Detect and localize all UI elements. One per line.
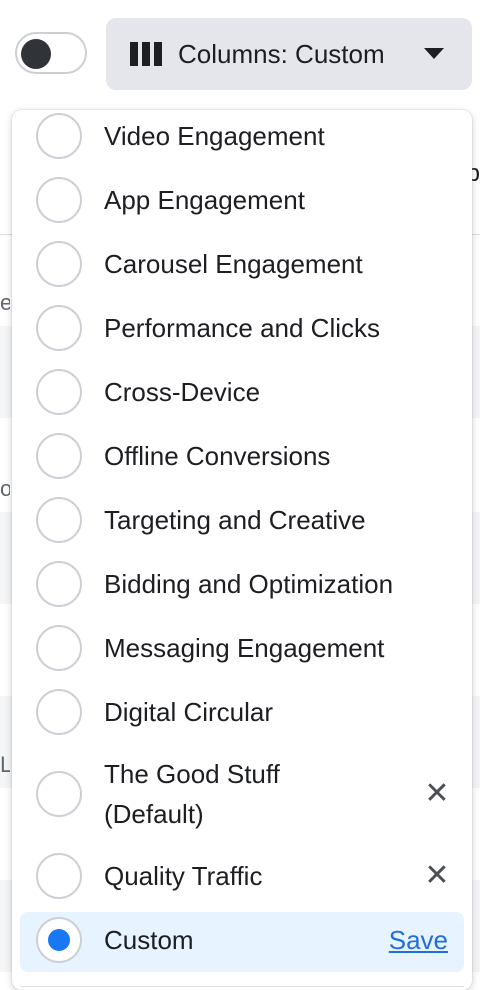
radio-button[interactable] [36,177,82,223]
menu-option-cross-device[interactable]: Cross-Device [12,368,472,416]
background-text-fragment: Li [0,752,10,777]
radio-button-selected[interactable] [36,917,82,963]
radio-button[interactable] [36,433,82,479]
option-label: Digital Circular [104,697,274,727]
option-label: Cross-Device [104,377,261,407]
menu-option-digital-circular[interactable]: Digital Circular [12,688,472,736]
menu-option-performance-and-clicks[interactable]: Performance and Clicks [12,304,472,352]
background-text-fragment: e [0,290,10,315]
view-toggle[interactable] [15,32,87,74]
option-label: Messaging Engagement [104,633,385,663]
option-label-line2: (Default) [104,799,204,829]
menu-option-video-engagement[interactable]: Video Engagement [12,112,472,160]
columns-preset-menu: Video Engagement App Engagement Carousel… [12,110,472,990]
toggle-knob [21,39,51,69]
menu-option-the-good-stuff[interactable]: The Good Stuff (Default) ✕ [12,752,472,836]
option-label: App Engagement [104,185,305,215]
close-icon[interactable]: ✕ [424,861,450,891]
option-label-line1: The Good Stuff [104,759,280,789]
radio-button[interactable] [36,305,82,351]
columns-dropdown-button[interactable]: Columns: Custom [106,18,472,90]
radio-button[interactable] [36,241,82,287]
close-icon[interactable]: ✕ [424,779,450,809]
menu-option-targeting-and-creative[interactable]: Targeting and Creative [12,496,472,544]
menu-divider [20,986,464,987]
radio-button[interactable] [36,689,82,735]
option-label: Video Engagement [104,121,325,151]
radio-button[interactable] [36,853,82,899]
radio-button[interactable] [36,771,82,817]
option-label: Bidding and Optimization [104,569,394,599]
option-label: Quality Traffic [104,861,263,891]
columns-button-label: Columns: Custom [178,38,385,69]
menu-option-carousel-engagement[interactable]: Carousel Engagement [12,240,472,288]
menu-option-bidding-and-optimization[interactable]: Bidding and Optimization [12,560,472,608]
radio-button[interactable] [36,369,82,415]
radio-button[interactable] [36,625,82,671]
menu-option-app-engagement[interactable]: App Engagement [12,176,472,224]
menu-option-custom[interactable]: Custom Save [12,916,472,964]
save-link[interactable]: Save [389,920,448,960]
option-label: Offline Conversions [104,441,331,471]
radio-button[interactable] [36,497,82,543]
radio-button[interactable] [36,561,82,607]
radio-button[interactable] [36,113,82,159]
menu-option-offline-conversions[interactable]: Offline Conversions [12,432,472,480]
background-text-fragment: o [0,476,10,501]
option-label: Custom [104,925,194,955]
option-label: Targeting and Creative [104,505,366,535]
option-label: Performance and Clicks [104,313,380,343]
caret-down-icon [424,48,444,59]
menu-option-quality-traffic[interactable]: Quality Traffic ✕ [12,852,472,900]
menu-option-messaging-engagement[interactable]: Messaging Engagement [12,624,472,672]
columns-icon [130,42,162,66]
option-label: Carousel Engagement [104,249,363,279]
